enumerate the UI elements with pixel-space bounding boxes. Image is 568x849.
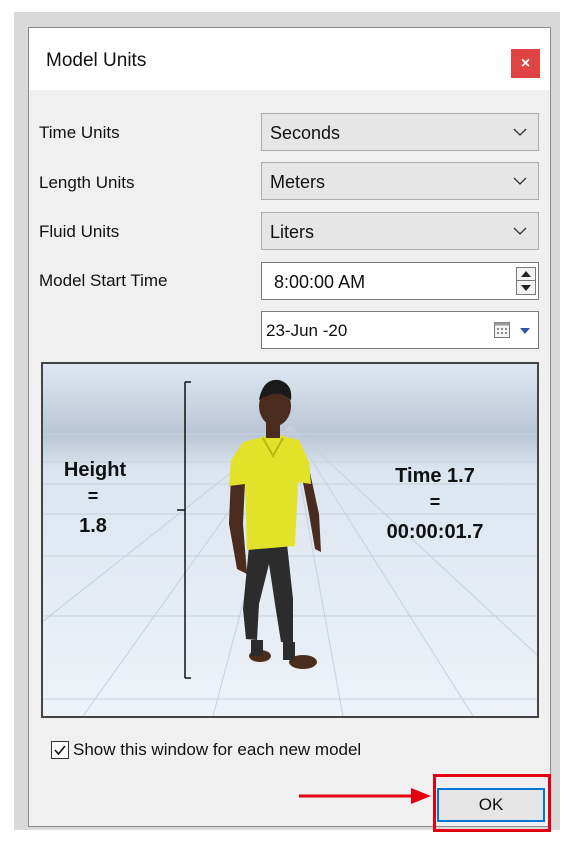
time-units-dropdown[interactable]: Seconds — [261, 113, 539, 151]
start-date-value: 23-Jun -20 — [266, 321, 348, 340]
dialog-title: Model Units — [46, 50, 147, 71]
model-units-preview: Height = 1.8 Time 1.7 = 00:00:01.7 — [41, 362, 539, 718]
calendar-icon[interactable] — [494, 322, 510, 338]
time-value: 00:00:01.7 — [387, 521, 484, 543]
chevron-down-icon[interactable] — [520, 328, 530, 334]
spin-down-button[interactable] — [517, 281, 535, 294]
chevron-down-icon — [513, 227, 527, 235]
fluid-units-label: Fluid Units — [39, 222, 120, 241]
height-value: 1.8 — [79, 515, 107, 537]
spin-arrows-icon[interactable] — [516, 267, 536, 295]
time-units-value: Seconds — [270, 123, 341, 143]
start-time-value: 8:00:00 AM — [274, 272, 366, 292]
time-label: Time 1.7 — [395, 465, 475, 487]
time-units-label: Time Units — [39, 123, 120, 142]
fluid-units-value: Liters — [270, 222, 315, 242]
start-time-field[interactable]: 8:00:00 AM — [261, 262, 539, 300]
start-date-field[interactable]: 23-Jun -20 — [261, 311, 539, 349]
caret-up-icon — [521, 271, 531, 277]
red-arrow-annotation — [299, 788, 431, 804]
title-bar: Model Units × — [29, 28, 550, 90]
fluid-units-dropdown[interactable]: Liters — [261, 212, 539, 250]
show-window-checkbox[interactable] — [51, 741, 69, 759]
length-units-label: Length Units — [39, 173, 135, 192]
start-time-label: Model Start Time — [39, 271, 168, 290]
length-units-dropdown[interactable]: Meters — [261, 162, 539, 200]
checkmark-icon — [54, 745, 66, 756]
chevron-down-icon — [513, 177, 527, 185]
ok-button-label: OK — [478, 795, 504, 814]
model-units-dialog: Model Units × Time Units Seconds Length … — [28, 27, 551, 832]
height-label: Height — [64, 459, 127, 481]
height-equals: = — [88, 486, 99, 506]
close-icon: × — [520, 54, 531, 72]
time-equals: = — [430, 492, 441, 512]
show-window-option[interactable]: Show this window for each new model — [51, 740, 361, 760]
spin-up-button[interactable] — [517, 268, 535, 281]
show-window-label: Show this window for each new model — [73, 740, 362, 759]
caret-down-icon — [521, 284, 531, 291]
scale-illustration: Height = 1.8 Time 1.7 = 00:00:01.7 — [43, 364, 537, 716]
length-units-value: Meters — [270, 172, 326, 192]
close-button[interactable]: × — [511, 49, 540, 78]
chevron-down-icon — [513, 128, 527, 136]
ok-button[interactable]: OK — [437, 788, 545, 822]
